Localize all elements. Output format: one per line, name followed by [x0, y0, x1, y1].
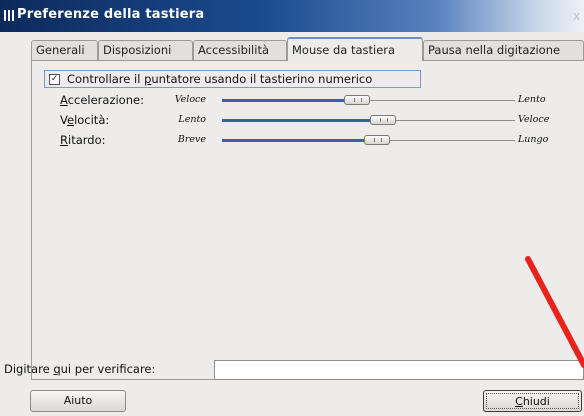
delay-slider[interactable] [222, 135, 515, 145]
enable-mouse-keys-label[interactable]: Controllare il puntatore usando il tasti… [67, 72, 372, 86]
tab-generali[interactable]: Generali [31, 40, 98, 60]
delay-slider-row: Ritardo: Breve Lungo [48, 133, 584, 149]
speed-slider-row: Velocità: Lento Veloce [48, 113, 584, 129]
acceleration-max-label: Lento [518, 94, 546, 105]
acceleration-slider[interactable] [222, 95, 515, 105]
keyboard-preferences-window: Preferenze della tastiera x Generali Dis… [0, 0, 584, 416]
tab-accessibilita[interactable]: Accessibilità [193, 40, 287, 60]
enable-mouse-keys-row[interactable]: ✓ Controllare il puntatore usando il tas… [44, 70, 421, 88]
delay-min-label: Breve [177, 134, 206, 145]
annotation-arrow-line [525, 256, 584, 368]
delay-max-label: Lungo [518, 134, 549, 145]
speed-min-label: Lento [178, 114, 206, 125]
acceleration-slider-row: Accelerazione: Veloce Lento [48, 93, 584, 109]
delay-label: Ritardo: [60, 133, 106, 147]
tab-pausa-nella-digitazione[interactable]: Pausa nella digitazione [423, 40, 584, 60]
help-button[interactable]: Aiuto [30, 390, 126, 412]
acceleration-slider-thumb[interactable] [344, 95, 370, 105]
speed-max-label: Veloce [518, 114, 550, 125]
close-window-icon[interactable]: x [573, 9, 580, 23]
acceleration-min-label: Veloce [174, 94, 206, 105]
red-annotation-arrow [525, 256, 584, 368]
verify-field-label: Digitare qui per verificare: [4, 362, 156, 376]
tab-mouse-da-tastiera[interactable]: Mouse da tastiera [287, 37, 423, 61]
title-bar[interactable]: Preferenze della tastiera x [0, 0, 584, 32]
delay-slider-thumb[interactable] [364, 135, 390, 145]
tab-disposizioni[interactable]: Disposizioni [98, 40, 193, 60]
window-title: Preferenze della tastiera [17, 7, 205, 22]
speed-slider-thumb[interactable] [370, 115, 396, 125]
speed-slider[interactable] [222, 115, 515, 125]
keyboard-icon [4, 10, 14, 21]
acceleration-label: Accelerazione: [60, 93, 144, 107]
speed-label: Velocità: [60, 113, 110, 127]
enable-mouse-keys-checkbox[interactable]: ✓ [49, 74, 60, 85]
